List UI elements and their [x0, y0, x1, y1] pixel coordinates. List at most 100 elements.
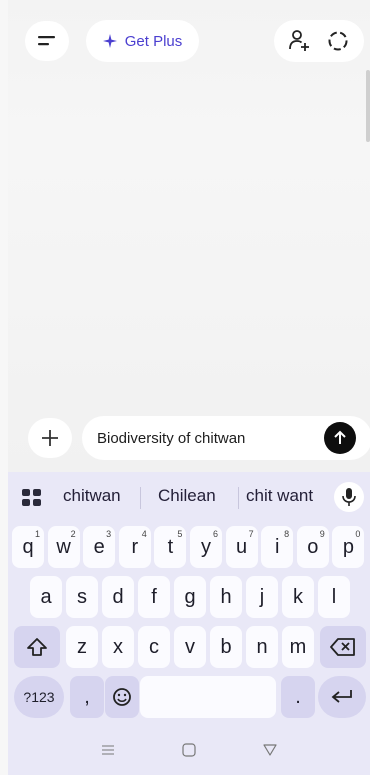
back-icon[interactable]	[263, 744, 277, 756]
letter-key[interactable]: w2	[47, 526, 80, 568]
letter-key[interactable]: n	[246, 626, 278, 668]
letter-key-label: v	[185, 635, 195, 658]
backspace-icon	[330, 638, 355, 656]
letter-key[interactable]: e3	[83, 526, 116, 568]
shift-key[interactable]	[14, 626, 60, 668]
key-hint-number: 5	[177, 529, 183, 539]
letter-key[interactable]: r4	[118, 526, 151, 568]
emoji-icon	[113, 688, 131, 706]
enter-key[interactable]	[318, 676, 366, 718]
key-hint-number: 6	[212, 529, 218, 539]
letter-key-label: r	[131, 535, 139, 558]
key-hint-number: 9	[319, 529, 325, 539]
letter-key[interactable]: x	[102, 626, 134, 668]
letter-key-label: z	[77, 635, 87, 658]
letter-key-label: t	[167, 535, 174, 558]
system-navigation-bar	[8, 725, 370, 775]
letter-key-label: y	[201, 535, 211, 558]
letter-key-label: j	[259, 585, 265, 608]
send-button[interactable]	[324, 422, 356, 454]
menu-icon	[38, 36, 55, 46]
letter-key-label: l	[331, 585, 337, 608]
letter-key-label: d	[112, 585, 124, 608]
suggestion-2[interactable]: Chilean	[158, 486, 216, 506]
space-key[interactable]	[140, 676, 276, 718]
microphone-icon	[342, 488, 356, 506]
backspace-key[interactable]	[320, 626, 366, 668]
comma-key[interactable]: ,	[70, 676, 104, 718]
letter-key[interactable]: o9	[296, 526, 329, 568]
letter-key-label: k	[293, 585, 303, 608]
letter-key[interactable]: l	[318, 576, 350, 618]
get-plus-button[interactable]: Get Plus	[86, 20, 199, 62]
letter-key[interactable]: b	[210, 626, 242, 668]
add-person-icon[interactable]	[288, 29, 310, 53]
letter-key-label: p	[342, 535, 354, 558]
letter-key[interactable]: i8	[261, 526, 294, 568]
key-hint-number: 4	[141, 529, 147, 539]
letter-key[interactable]: j	[246, 576, 278, 618]
suggestion-divider	[238, 487, 239, 509]
home-icon[interactable]	[182, 743, 196, 757]
letter-key[interactable]: v	[174, 626, 206, 668]
letter-key-label: e	[93, 535, 105, 558]
emoji-key[interactable]	[105, 676, 139, 718]
sparkle-icon	[102, 34, 117, 48]
letter-key[interactable]: c	[138, 626, 170, 668]
key-hint-number: 1	[34, 529, 40, 539]
letter-key-label: b	[220, 635, 232, 658]
letter-key-label: x	[113, 635, 123, 658]
letter-key[interactable]: m	[282, 626, 314, 668]
letter-key-label: u	[236, 535, 248, 558]
letter-key-label: a	[40, 585, 52, 608]
letter-key-label: m	[289, 635, 307, 658]
menu-button[interactable]	[25, 21, 69, 61]
letter-key[interactable]: g	[174, 576, 206, 618]
letter-key[interactable]: q1	[12, 526, 44, 568]
letter-key[interactable]: h	[210, 576, 242, 618]
voice-input-button[interactable]	[334, 482, 364, 512]
suggestion-3[interactable]: chit want	[246, 486, 313, 506]
letter-key[interactable]: t5	[154, 526, 187, 568]
apps-grid-icon[interactable]	[22, 489, 42, 507]
letter-key[interactable]: p0	[332, 526, 365, 568]
dashed-circle-icon[interactable]	[326, 29, 350, 53]
suggestion-divider	[140, 487, 141, 509]
suggestion-bar: chitwan Chilean chit want	[8, 482, 370, 512]
shift-icon	[27, 638, 47, 656]
suggestion-1[interactable]: chitwan	[63, 486, 121, 506]
letter-key[interactable]: y6	[190, 526, 222, 568]
enter-icon	[331, 690, 352, 703]
symbols-key[interactable]: ?123	[14, 676, 64, 718]
letter-key[interactable]: u7	[225, 526, 258, 568]
composer: Biodiversity of chitwan	[28, 416, 370, 460]
letter-key-label: g	[184, 585, 196, 608]
header-actions	[274, 20, 364, 62]
add-attachment-button[interactable]	[28, 418, 72, 458]
letter-key[interactable]: s	[66, 576, 98, 618]
key-hint-number: 0	[355, 529, 361, 539]
letter-key-label: n	[256, 635, 268, 658]
arrow-up-icon	[334, 430, 346, 444]
letter-key-label: c	[149, 635, 159, 658]
letter-key-label: i	[274, 535, 280, 558]
letter-key-label: s	[77, 585, 87, 608]
letter-key-label: w	[56, 535, 71, 558]
key-hint-number: 2	[70, 529, 76, 539]
period-key[interactable]: .	[281, 676, 315, 718]
plus-icon	[42, 430, 58, 446]
scrollbar[interactable]	[366, 70, 370, 142]
keyboard: chitwan Chilean chit want q1w2e3r4t5y6u7…	[8, 472, 370, 775]
get-plus-label: Get Plus	[124, 32, 183, 50]
letter-key[interactable]: k	[282, 576, 314, 618]
chat-canvas: Get Plus Biodiversity of chitwan	[8, 0, 370, 472]
letter-key[interactable]: f	[138, 576, 170, 618]
key-hint-number: 8	[284, 529, 290, 539]
key-hint-number: 7	[248, 529, 254, 539]
recents-icon[interactable]	[101, 745, 115, 755]
letter-key-label: f	[151, 585, 157, 608]
letter-key[interactable]: a	[30, 576, 62, 618]
letter-key[interactable]: z	[66, 626, 98, 668]
letter-key[interactable]: d	[102, 576, 134, 618]
letter-key-label: q	[22, 535, 34, 558]
